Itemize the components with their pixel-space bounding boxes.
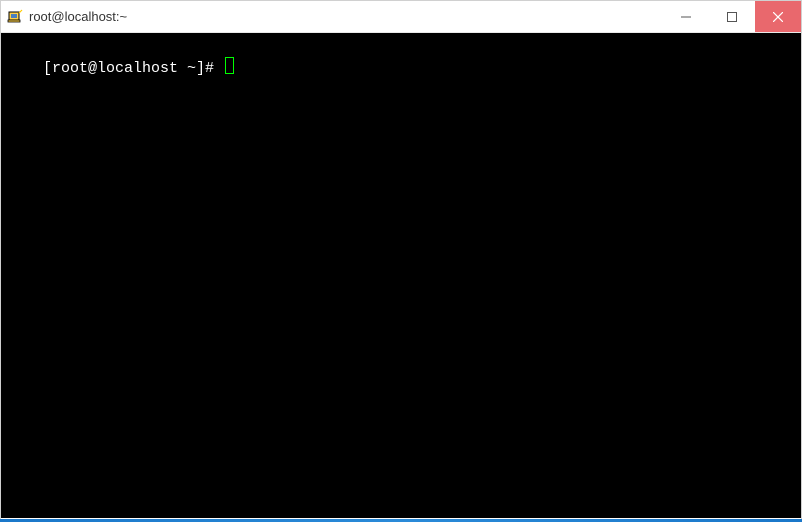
close-button[interactable] bbox=[755, 1, 801, 32]
maximize-button[interactable] bbox=[709, 1, 755, 32]
terminal-area[interactable]: [root@localhost ~]# bbox=[1, 33, 801, 518]
window-controls bbox=[663, 1, 801, 32]
prompt-line: [root@localhost ~]# bbox=[7, 37, 795, 99]
shell-prompt: [root@localhost ~]# bbox=[43, 60, 223, 77]
minimize-button[interactable] bbox=[663, 1, 709, 32]
window-titlebar[interactable]: root@localhost:~ bbox=[1, 1, 801, 33]
titlebar-left: root@localhost:~ bbox=[1, 9, 663, 25]
putty-app-icon bbox=[7, 9, 23, 25]
window-title: root@localhost:~ bbox=[29, 9, 127, 24]
terminal-cursor-icon bbox=[225, 57, 234, 74]
